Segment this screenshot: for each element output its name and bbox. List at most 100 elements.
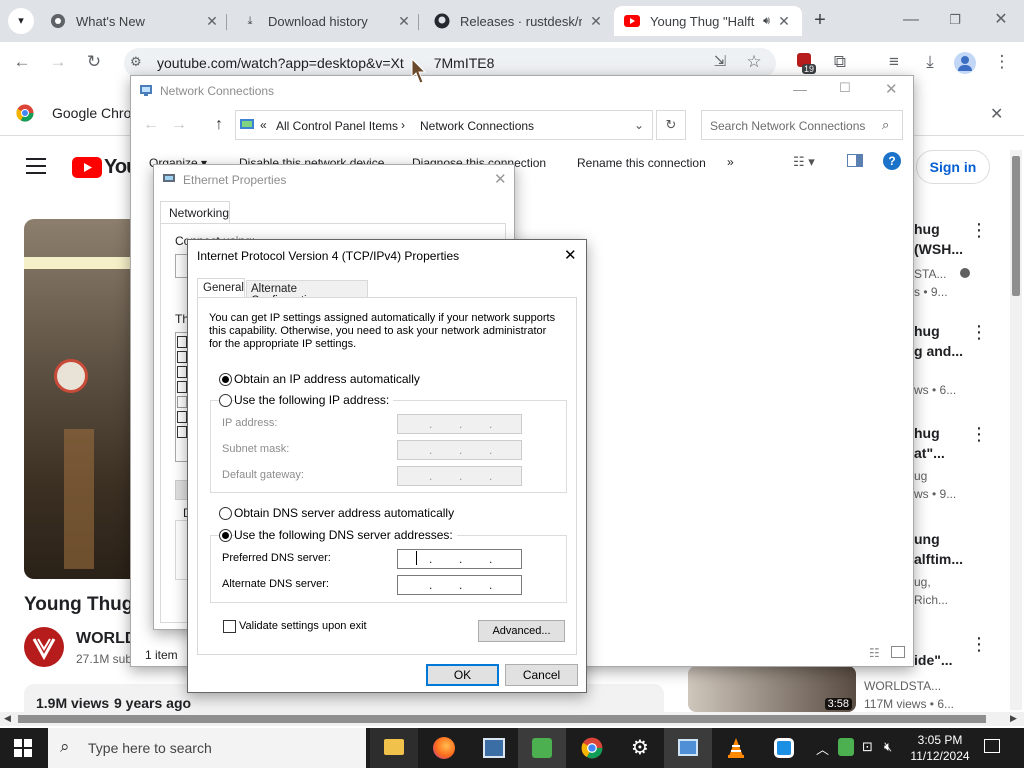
obtain-dns-auto-radio[interactable] — [219, 507, 232, 520]
horizontal-scrollbar[interactable]: ◀ ▶ — [0, 712, 1024, 726]
ip-address-input[interactable]: ... — [397, 414, 522, 434]
tab-general[interactable]: General — [197, 278, 245, 298]
cancel-button[interactable]: Cancel — [505, 664, 578, 686]
tab-search-chevron-icon[interactable]: ▾ — [8, 8, 34, 34]
network-taskbar-icon[interactable] — [518, 728, 566, 768]
new-tab-icon[interactable]: + — [808, 8, 832, 32]
control-panel-active-icon[interactable] — [664, 728, 712, 768]
rec-title[interactable]: hug g and... — [914, 321, 963, 361]
volume-muted-icon[interactable]: 🔇︎ — [884, 739, 892, 755]
window-titlebar[interactable]: Ethernet Properties ✕ — [154, 165, 514, 195]
chrome-menu-icon[interactable]: ⋮ — [990, 50, 1014, 74]
window-titlebar[interactable]: Network Connections — ☐ ✕ — [131, 76, 913, 104]
clock[interactable]: 3:05 PM 11/12/2024 — [908, 732, 972, 764]
file-explorer-icon[interactable] — [370, 728, 418, 768]
channel-avatar[interactable] — [24, 627, 64, 667]
subnet-mask-input[interactable]: ... — [397, 440, 522, 460]
site-info-icon[interactable]: ⚙ — [130, 54, 148, 72]
restore-icon[interactable]: ❐ — [940, 8, 970, 32]
more-commands[interactable]: » — [727, 155, 734, 169]
minimize-icon[interactable]: — — [793, 81, 807, 97]
obtain-dns-auto-label[interactable]: Obtain DNS server address automatically — [234, 506, 454, 520]
media-control-icon[interactable]: ≡ — [882, 50, 906, 74]
infobar-close-icon[interactable]: ✕ — [990, 104, 1003, 124]
channel-name[interactable]: WORLD — [76, 630, 136, 648]
close-tab-icon[interactable]: ✕ — [588, 13, 604, 30]
chrome-taskbar-icon[interactable] — [568, 728, 616, 768]
close-tab-icon[interactable]: ✕ — [204, 13, 220, 30]
scroll-thumb[interactable] — [18, 715, 986, 723]
firefox-icon[interactable] — [420, 728, 468, 768]
back-icon[interactable]: ← — [10, 50, 34, 74]
scroll-thumb[interactable] — [1012, 156, 1020, 296]
preview-pane-icon[interactable] — [847, 154, 863, 167]
network-tray-icon[interactable]: ⊡ — [862, 739, 873, 755]
default-gateway-input[interactable]: ... — [397, 466, 522, 486]
settings-gear-icon[interactable]: ⚙ — [616, 728, 664, 768]
video-player[interactable] — [24, 219, 134, 579]
forward-icon[interactable]: → — [46, 50, 70, 74]
ok-button[interactable]: OK — [426, 664, 499, 686]
breadcrumb-item[interactable]: Network Connections — [420, 119, 534, 133]
address-breadcrumb[interactable]: « All Control Panel Items › Network Conn… — [235, 110, 653, 140]
close-tab-icon[interactable]: ✕ — [396, 13, 412, 30]
install-app-icon[interactable]: ⇲ — [708, 50, 732, 74]
rec-thumbnail[interactable]: 3:58 — [688, 666, 856, 712]
more-actions-icon[interactable]: ⋮ — [970, 424, 988, 445]
youtube-logo[interactable]: You — [72, 156, 138, 179]
breadcrumb-item[interactable]: All Control Panel Items — [276, 119, 398, 133]
rename-command[interactable]: Rename this connection — [577, 156, 706, 170]
tiles-view-icon[interactable] — [891, 646, 905, 658]
scroll-left-icon[interactable]: ◀ — [4, 713, 11, 724]
tab-youtube[interactable]: Young Thug "Halft 🔊︎ ✕ — [614, 6, 802, 36]
show-hidden-icons-chevron[interactable]: ︿ — [816, 739, 829, 758]
minimize-icon[interactable]: — — [896, 8, 926, 32]
tab-networking[interactable]: Networking — [160, 201, 230, 223]
tab-releases[interactable]: Releases · rustdesk/rus ✕ — [424, 6, 614, 36]
maximize-icon[interactable]: ☐ — [839, 80, 851, 96]
details-view-icon[interactable]: ☷ — [869, 646, 880, 660]
url-text[interactable]: youtube.com/watch?app=desktop&v=Xt 7MmITE… — [157, 55, 494, 71]
vlc-icon[interactable] — [712, 728, 760, 768]
validate-checkbox[interactable] — [223, 620, 236, 633]
more-actions-icon[interactable]: ⋮ — [970, 322, 988, 343]
rec-title[interactable]: hug at"... — [914, 423, 945, 463]
search-input[interactable]: Search Network Connections ⌕ — [701, 110, 903, 140]
close-icon[interactable]: ✕ — [885, 80, 898, 98]
help-icon[interactable]: ? — [883, 152, 901, 170]
more-actions-icon[interactable]: ⋮ — [970, 634, 988, 655]
sign-in-button[interactable]: Sign in — [916, 150, 990, 184]
dialog-titlebar[interactable]: Internet Protocol Version 4 (TCP/IPv4) P… — [188, 240, 586, 270]
use-following-ip-label[interactable]: Use the following IP address: — [234, 393, 394, 407]
tab-whats-new[interactable]: What's New ✕ — [40, 6, 230, 36]
vertical-scrollbar[interactable] — [1010, 150, 1022, 710]
chevron-down-icon[interactable]: ⌄ — [634, 118, 644, 132]
bookmark-star-icon[interactable]: ☆ — [742, 50, 766, 74]
windows-start-icon[interactable] — [14, 739, 32, 757]
profile-avatar[interactable] — [954, 52, 976, 74]
use-following-dns-label[interactable]: Use the following DNS server addresses: — [234, 528, 457, 542]
up-icon[interactable]: ↑ — [215, 116, 223, 134]
hamburger-menu-icon[interactable] — [26, 158, 46, 174]
alternate-dns-input[interactable]: ... — [397, 575, 522, 595]
rec-title[interactable]: ide"... — [914, 652, 953, 668]
tab-alternate-configuration[interactable]: Alternate Configuration — [246, 280, 368, 307]
obtain-ip-auto-label[interactable]: Obtain an IP address automatically — [234, 372, 420, 386]
advanced-button[interactable]: Advanced... — [478, 620, 565, 642]
rec-title[interactable]: ung alftim... — [914, 529, 963, 569]
notifications-icon[interactable] — [984, 739, 1000, 753]
control-panel-taskbar-icon[interactable] — [470, 728, 518, 768]
rec-title[interactable]: hug (WSH... — [914, 219, 963, 259]
scroll-right-icon[interactable]: ▶ — [1010, 713, 1017, 724]
obtain-ip-auto-radio[interactable] — [219, 373, 232, 386]
more-actions-icon[interactable]: ⋮ — [970, 220, 988, 241]
close-icon[interactable]: ✕ — [564, 246, 577, 264]
use-following-dns-radio[interactable] — [219, 529, 232, 542]
reload-icon[interactable]: ↻ — [82, 50, 106, 74]
validate-label[interactable]: Validate settings upon exit — [239, 620, 367, 632]
forward-icon[interactable]: → — [171, 116, 187, 134]
remote-desktop-icon[interactable] — [760, 728, 808, 768]
back-icon[interactable]: ← — [143, 116, 159, 134]
refresh-icon[interactable]: ↻ — [656, 110, 686, 140]
downloads-icon[interactable]: ⤓ — [918, 50, 942, 74]
